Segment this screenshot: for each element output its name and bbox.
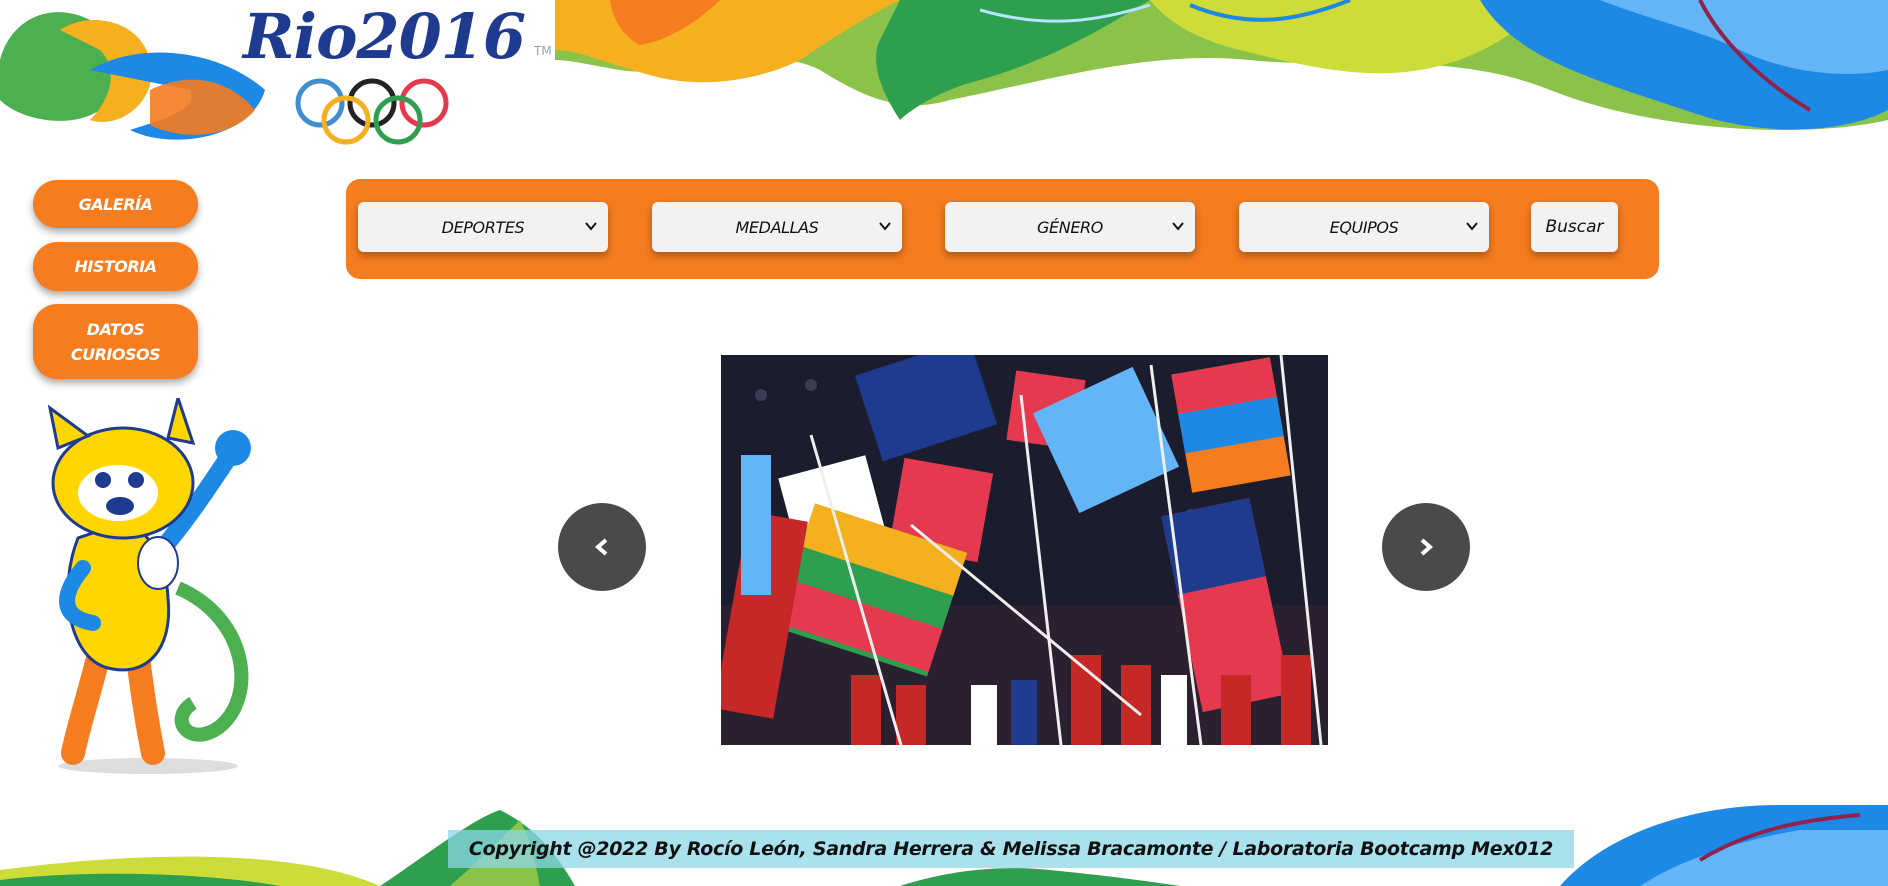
deportes-select[interactable]: DEPORTES: [358, 202, 608, 252]
historia-button[interactable]: HISTORIA: [33, 242, 198, 291]
chevron-left-icon: [594, 538, 608, 556]
carousel-prev-button[interactable]: [558, 503, 646, 591]
medallas-select[interactable]: MEDALLAS: [652, 202, 902, 252]
chevron-down-icon: [1466, 222, 1478, 231]
carousel-next-button[interactable]: [1382, 503, 1470, 591]
genero-select-label: GÉNERO: [1037, 217, 1103, 237]
logo-text: Rio2016: [243, 0, 526, 73]
copyright-text: Copyright @2022 By Rocío León, Sandra He…: [448, 830, 1574, 868]
chevron-down-icon: [1172, 222, 1184, 231]
chevron-down-icon: [879, 222, 891, 231]
chevron-down-icon: [585, 222, 597, 231]
genero-select[interactable]: GÉNERO: [945, 202, 1195, 252]
flags-ceremony-photo: [721, 355, 1328, 745]
search-button[interactable]: Buscar: [1531, 202, 1618, 252]
mascot-illustration: [47, 398, 251, 774]
carousel-image: [721, 355, 1328, 745]
medallas-select-label: MEDALLAS: [735, 217, 819, 237]
equipos-select[interactable]: EQUIPOS: [1239, 202, 1489, 252]
chevron-right-icon: [1420, 538, 1434, 556]
page: Rio2016 TM GALERÍA HISTORIA DATOS CURIOS…: [0, 0, 1888, 886]
deportes-select-label: DEPORTES: [441, 217, 525, 237]
header-banner: Rio2016 TM: [0, 0, 1888, 150]
filter-bar: DEPORTES MEDALLAS GÉNERO EQUIPOS Buscar: [346, 179, 1659, 279]
equipos-select-label: EQUIPOS: [1329, 217, 1399, 237]
datos-curiosos-button[interactable]: DATOS CURIOSOS: [33, 304, 198, 379]
trademark-mark: TM: [534, 44, 552, 58]
galeria-button[interactable]: GALERÍA: [33, 180, 198, 228]
